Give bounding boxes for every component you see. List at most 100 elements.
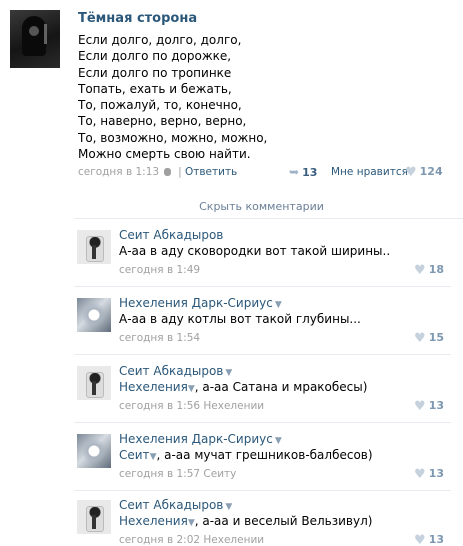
comment-like-button[interactable]: ♥ 18	[414, 263, 444, 278]
comment-author-name[interactable]: Нехеления Дарк-Сириус	[119, 432, 273, 446]
comment-body: , а-аа и веселый Вельзивул)	[194, 514, 373, 528]
comment-body: , а-аа Сатана и мракобесы)	[194, 380, 368, 394]
share-count: 13	[302, 166, 318, 179]
post-line: Можно смерть свою найти.	[78, 147, 251, 162]
comment-item: Нехеления Дарк-Сириус ▼ А-аа в аду котлы …	[0, 288, 463, 355]
heart-icon: ♥	[405, 165, 417, 180]
comment-author[interactable]: Сеит Абкадыров ▼	[119, 364, 232, 378]
avatar-tie	[92, 245, 96, 259]
avatar-tie	[92, 381, 96, 395]
comment-like-count: 15	[428, 331, 444, 344]
post-line: То, возможно, можно, можно,	[78, 130, 268, 145]
comment-item: Нехеления Дарк-Сириус ▼ Сеит▼, а-аа мучат…	[0, 424, 463, 491]
avatar-smoke	[44, 24, 47, 44]
heart-icon: ♥	[414, 533, 426, 546]
comment-time[interactable]: сегодня в 1:49	[119, 264, 200, 276]
comment-author-name[interactable]: Сеит Абкадыров	[119, 498, 223, 512]
reply-to-link[interactable]: Сеиту	[203, 468, 236, 480]
post-time[interactable]: сегодня в 1:13	[78, 166, 159, 178]
comment-meta: сегодня в 2:02 Нехелении	[119, 534, 264, 546]
avatar-tie	[92, 515, 96, 529]
comment-text: Нехеления▼, а-аа и веселый Вельзивул)	[119, 514, 372, 528]
heart-icon: ♥	[414, 467, 426, 482]
comment-like-count: 13	[428, 533, 444, 546]
divider	[74, 218, 463, 219]
comment-author-name[interactable]: Нехеления Дарк-Сириус	[119, 296, 273, 310]
comment-author[interactable]: Нехеления Дарк-Сириус ▼	[119, 432, 282, 446]
dropdown-arrow-icon[interactable]: ▼	[275, 300, 282, 310]
post-line: Топать, ехать и бежать,	[78, 81, 232, 96]
comment-like-button[interactable]: ♥ 13	[414, 467, 444, 482]
comment-text: А-аа в аду котлы вот такой глубины...	[119, 312, 361, 326]
comment-like-count: 13	[428, 467, 444, 480]
hooded-figure-icon	[22, 16, 46, 56]
mention-link[interactable]: Нехеления	[119, 514, 188, 528]
angel-wings-icon	[81, 438, 107, 464]
reply-to-link[interactable]: Нехелении	[203, 534, 264, 546]
post-line: Если долго, долго, долго,	[78, 33, 242, 47]
comment-author[interactable]: Сеит Абкадыров	[119, 228, 223, 242]
comment-time[interactable]: сегодня в 1:54	[119, 332, 200, 344]
comment-meta: сегодня в 1:56 Нехелении	[119, 400, 264, 412]
commenter-avatar[interactable]	[77, 298, 111, 332]
commenter-avatar[interactable]	[77, 366, 111, 400]
mention-link[interactable]: Нехеления	[119, 380, 188, 394]
dropdown-arrow-icon[interactable]: ▼	[188, 384, 195, 394]
heart-icon: ♥	[414, 399, 426, 414]
post-author-name[interactable]: Тёмная сторона	[78, 11, 197, 26]
comment-meta: сегодня в 1:57 Сеиту	[119, 468, 236, 480]
share-arrow-icon: ➥	[289, 165, 300, 179]
like-button[interactable]: ♥ 124	[405, 165, 443, 180]
post: Тёмная сторона Если долго, долго, долго,…	[0, 0, 463, 195]
comment-like-count: 13	[428, 399, 444, 412]
angel-wings-icon	[81, 302, 107, 328]
share-button[interactable]: ➥ 13	[289, 165, 317, 179]
comments-toggle-bar: Скрыть комментарии	[60, 195, 463, 215]
comment-time[interactable]: сегодня в 1:56	[119, 400, 200, 412]
avatar-face	[29, 26, 39, 36]
commenter-avatar[interactable]	[77, 500, 111, 534]
comment-text: Сеит▼, а-аа мучат грешников-балбесов)	[119, 448, 373, 462]
heart-icon: ♥	[414, 331, 426, 346]
comment-item: Сеит Абкадыров А-аа в аду сковородки вот…	[0, 220, 463, 287]
dropdown-arrow-icon[interactable]: ▼	[225, 502, 232, 512]
post-line: То, наверно, верно, верно,	[78, 114, 247, 129]
comment-like-count: 18	[428, 263, 444, 276]
comment-time[interactable]: сегодня в 2:02	[119, 534, 200, 546]
apple-icon	[164, 168, 172, 176]
commenter-avatar[interactable]	[77, 434, 111, 468]
hide-comments-link[interactable]: Скрыть комментарии	[199, 200, 324, 213]
post-line: Если долго по дорожке,	[78, 49, 232, 64]
comment-author-name[interactable]: Сеит Абкадыров	[119, 364, 223, 378]
dropdown-arrow-icon[interactable]: ▼	[225, 368, 232, 378]
mention-link[interactable]: Сеит	[119, 448, 150, 462]
post-line: То, пожалуй, то, конечно,	[78, 98, 242, 113]
dropdown-arrow-icon[interactable]: ▼	[188, 518, 195, 528]
comment-like-button[interactable]: ♥ 15	[414, 331, 444, 346]
comment-author[interactable]: Сеит Абкадыров ▼	[119, 498, 232, 512]
comment-like-button[interactable]: ♥ 13	[414, 533, 444, 546]
comment-item: Сеит Абкадыров ▼ Нехеления▼, а-аа и весел…	[0, 490, 463, 546]
post-author-avatar[interactable]	[10, 10, 60, 68]
comment-separator	[74, 286, 451, 287]
heart-icon: ♥	[414, 263, 426, 278]
reply-link[interactable]: Ответить	[185, 166, 237, 178]
comment-separator	[74, 422, 451, 423]
comment-text: А-аа в аду сковородки вот такой ширины..	[119, 244, 391, 258]
comment-time[interactable]: сегодня в 1:57	[119, 468, 200, 480]
comment-text: Нехеления▼, а-аа Сатана и мракобесы)	[119, 380, 367, 394]
comment-item: Сеит Абкадыров ▼ Нехеления▼, а-аа Сатана …	[0, 356, 463, 423]
comment-author[interactable]: Нехеления Дарк-Сириус ▼	[119, 296, 282, 310]
reply-to-link[interactable]: Нехелении	[203, 400, 264, 412]
comment-body: , а-аа мучат грешников-балбесов)	[156, 448, 373, 462]
dropdown-arrow-icon[interactable]: ▼	[275, 436, 282, 446]
like-label[interactable]: Мне нравится	[331, 166, 408, 178]
like-count: 124	[419, 165, 443, 178]
comment-author-name[interactable]: Сеит Абкадыров	[119, 228, 223, 242]
comment-like-button[interactable]: ♥ 13	[414, 399, 444, 414]
commenter-avatar[interactable]	[77, 230, 111, 264]
post-text: Если долго, долго, долго, Если долго по …	[78, 32, 448, 162]
post-line: Если долго по тропинке	[78, 65, 232, 80]
comment-separator	[74, 354, 451, 355]
post-meta: сегодня в 1:13 | Ответить	[78, 166, 238, 178]
